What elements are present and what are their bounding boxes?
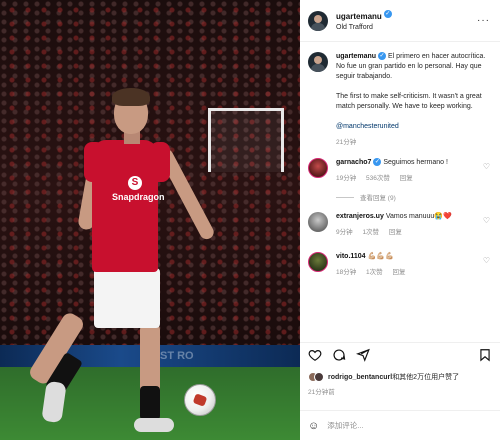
comment-avatar[interactable]	[308, 252, 328, 272]
caption-time: 21分钟	[336, 139, 357, 146]
caption-tag-link[interactable]: @manchesterunited	[336, 122, 486, 132]
more-horizontal-icon[interactable]: ···	[477, 15, 490, 26]
heart-icon[interactable]	[308, 348, 322, 362]
instagram-post-view: ST RO S Snapdragon ugartemanu ✓ Old Traf…	[0, 0, 500, 440]
comment-avatar[interactable]	[308, 158, 328, 178]
likes-summary[interactable]: rodrigo_bentancurl和其他2万位用户赞了	[308, 372, 494, 382]
comment-username[interactable]: garnacho7	[336, 159, 371, 166]
comment-text: Vamos manuuu😭❤️	[385, 213, 452, 220]
emoji-icon[interactable]: ☺	[308, 420, 319, 432]
heart-icon[interactable]: ♡	[483, 216, 490, 225]
comments-list[interactable]: ugartemanu ✓ El primero en hacer autocrít…	[300, 42, 500, 342]
post-time: 21分钟前	[308, 389, 335, 396]
author-username[interactable]: ugartemanu	[336, 12, 382, 21]
caption-avatar[interactable]	[308, 52, 328, 72]
view-replies-button[interactable]: 查看回复 (9)	[336, 192, 492, 202]
view-replies-label: 查看回复 (9)	[360, 195, 396, 202]
verified-badge-icon: ✓	[378, 52, 387, 61]
post-location[interactable]: Old Trafford	[336, 22, 392, 33]
comment-item: vito.1104 💪🏼💪🏼💪🏼 18分钟 1次赞 回复 ♡	[308, 252, 492, 278]
comment-reply-button[interactable]: 回复	[392, 269, 405, 276]
likes-text: 和其他2万位用户赞了	[392, 374, 460, 381]
caption-username[interactable]: ugartemanu	[336, 53, 376, 60]
author-avatar[interactable]	[308, 10, 328, 31]
post-photo[interactable]: ST RO S Snapdragon	[0, 0, 300, 440]
comment-time: 18分钟	[336, 269, 357, 276]
comment-time: 19分钟	[336, 175, 357, 182]
share-icon[interactable]	[356, 348, 370, 362]
post-panel: ugartemanu ✓ Old Trafford ··· ugartemanu ✓…	[300, 0, 500, 440]
comment-reply-button[interactable]: 回复	[389, 229, 402, 236]
verified-badge-icon: ✓	[383, 10, 392, 19]
caption-text-en: The first to make self-criticism. It was…	[336, 93, 482, 110]
comment-text: 💪🏼💪🏼💪🏼	[367, 253, 394, 260]
caption: ugartemanu ✓ El primero en hacer autocrít…	[308, 52, 492, 148]
comment-username[interactable]: vito.1104	[336, 253, 366, 260]
bookmark-icon[interactable]	[478, 348, 492, 362]
comment-likes[interactable]: 536次赞	[366, 175, 390, 182]
post-header: ugartemanu ✓ Old Trafford ···	[300, 0, 500, 42]
comment-likes[interactable]: 1次赞	[366, 269, 383, 276]
comment-likes[interactable]: 1次赞	[362, 229, 379, 236]
liker-avatar	[314, 372, 324, 382]
action-bar	[300, 342, 500, 366]
football	[184, 384, 216, 416]
add-comment-bar: ☺	[300, 410, 500, 440]
comment-time: 9分钟	[336, 229, 353, 236]
player-shorts	[94, 268, 160, 328]
comment-username[interactable]: extranjeros.uy	[336, 213, 384, 220]
heart-icon[interactable]: ♡	[483, 256, 490, 265]
comment-reply-button[interactable]: 回复	[400, 175, 413, 182]
verified-badge-icon: ✓	[373, 158, 382, 167]
comment-avatar[interactable]	[308, 212, 328, 232]
shirt-sponsor: Snapdragon	[112, 192, 165, 202]
player-figure: S Snapdragon	[0, 0, 300, 440]
comment-icon[interactable]	[332, 348, 346, 362]
liker-username[interactable]: rodrigo_bentancurl	[328, 374, 392, 381]
sponsor-logo-icon: S	[128, 176, 142, 190]
comment-item: garnacho7 ✓ Seguimos hermano ! 19分钟 536次赞…	[308, 158, 492, 184]
comment-input[interactable]	[327, 421, 468, 430]
heart-icon[interactable]: ♡	[483, 162, 490, 171]
comment-text: Seguimos hermano !	[383, 159, 448, 166]
comment-item: extranjeros.uy Vamos manuuu😭❤️ 9分钟 1次赞 回…	[308, 212, 492, 238]
